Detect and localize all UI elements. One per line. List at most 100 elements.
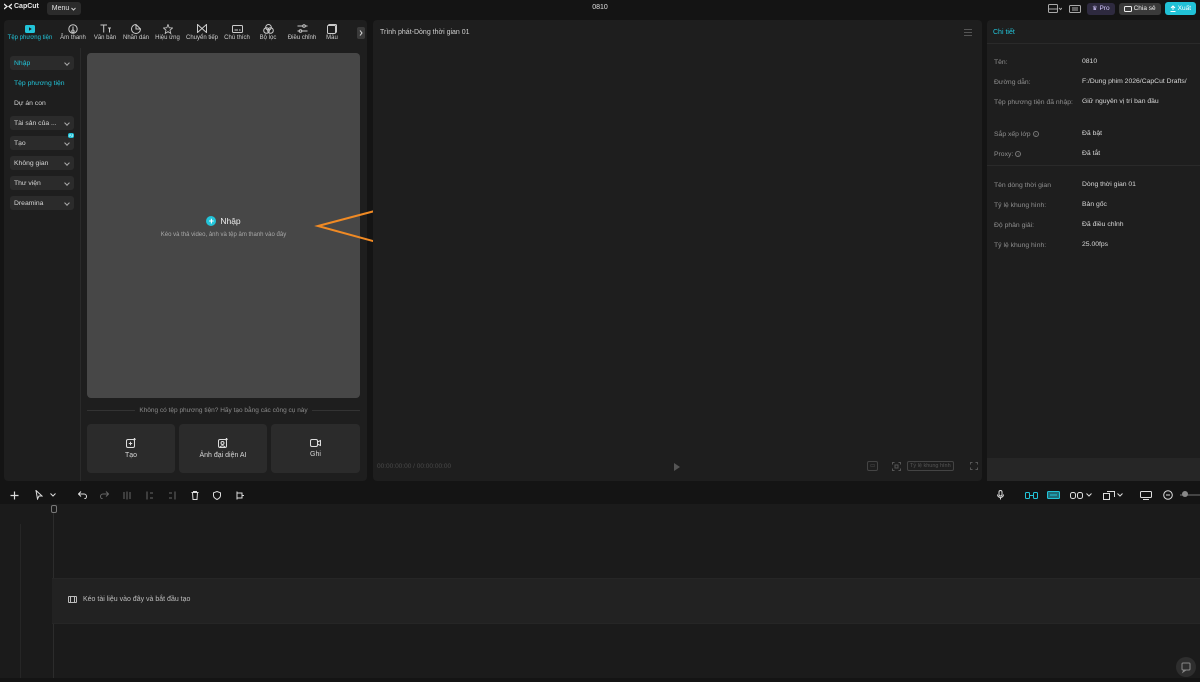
- create-card[interactable]: Tạo: [87, 424, 175, 473]
- tool-text[interactable]: Văn bản: [90, 20, 120, 46]
- details-footer: [987, 458, 1200, 481]
- auto-snap-icon[interactable]: [1046, 489, 1060, 501]
- tool-effects[interactable]: Hiệu ứng: [152, 20, 183, 46]
- sidebar-item-subproject[interactable]: Dự án con: [10, 96, 74, 110]
- sidebar-item-label: Dự án con: [14, 99, 46, 107]
- split-icon[interactable]: [121, 489, 133, 501]
- chevron-down-icon[interactable]: [1114, 489, 1126, 501]
- link-icon[interactable]: [1069, 489, 1083, 501]
- sidebar-item-assets[interactable]: Tài sản của ...: [10, 116, 74, 130]
- player-menu-icon[interactable]: [964, 29, 972, 36]
- ai-badge: AI: [67, 133, 74, 138]
- sidebar-item-dreamina[interactable]: Dreamina: [10, 196, 74, 210]
- sidebar-item-label: Dreamina: [14, 199, 44, 207]
- track-drop-hint: Kéo tài liệu vào đây và bắt đầu tạo: [68, 596, 190, 603]
- empty-media-hint: Không có tệp phương tiện? Hãy tạo bằng c…: [87, 405, 360, 415]
- tool-label: Nhãn dán: [122, 35, 150, 41]
- aspect-ratio-button[interactable]: Tỷ lệ khung hình: [907, 461, 954, 471]
- timecode: 00:00:00:00 / 00:00:00:00: [377, 463, 452, 470]
- fit-button[interactable]: ▭: [867, 461, 879, 471]
- divider: [311, 409, 360, 411]
- detail-value: Bản gốc: [1082, 201, 1107, 208]
- tool-sticker[interactable]: Nhãn dán: [120, 20, 152, 46]
- detail-value: 25.00fps: [1082, 241, 1109, 248]
- main-track[interactable]: Kéo tài liệu vào đây và bắt đầu tạo: [52, 578, 1200, 624]
- share-label: Chia sẻ: [1133, 5, 1156, 12]
- export-label: Xuất: [1177, 5, 1191, 12]
- detail-value: F:/Dung phim 2026/CapCut Drafts/: [1082, 78, 1187, 85]
- fullscreen-icon[interactable]: [968, 461, 980, 471]
- delete-icon[interactable]: [189, 489, 201, 501]
- divider: [87, 409, 136, 411]
- tool-adjust[interactable]: Điều chỉnh: [283, 20, 321, 46]
- zoom-slider-handle[interactable]: [1182, 491, 1188, 497]
- card-label: Ảnh đại diện AI: [199, 452, 247, 459]
- crown-icon: ♛: [1092, 6, 1098, 12]
- undo-icon[interactable]: [76, 489, 88, 501]
- tool-media[interactable]: Tệp phương tiện: [4, 20, 56, 46]
- feedback-button[interactable]: [1176, 657, 1196, 677]
- pro-button[interactable]: ♛ Pro: [1087, 2, 1115, 15]
- tool-filter[interactable]: Bộ lọc: [253, 20, 283, 46]
- timeline-area[interactable]: Kéo tài liệu vào đây và bắt đầu tạo: [0, 504, 1200, 678]
- detail-label: Tên dòng thời gian: [994, 182, 1051, 189]
- plus-icon: +: [206, 216, 217, 226]
- detail-label: Tên:: [994, 59, 1008, 66]
- detail-label: Proxy:?: [994, 149, 1074, 161]
- transition-icon: [196, 23, 208, 34]
- detail-value: Đã điều chỉnh: [1082, 221, 1124, 228]
- toolbar-more-button[interactable]: [357, 27, 365, 39]
- share-button[interactable]: Chia sẻ: [1118, 2, 1161, 15]
- detail-label: Tỷ lệ khung hình:: [994, 242, 1047, 249]
- sidebar-item-media[interactable]: Tệp phương tiện: [10, 76, 74, 90]
- detail-value: Dòng thời gian 01: [1082, 181, 1136, 188]
- main-track-magnet-icon[interactable]: [1024, 489, 1038, 501]
- record-card[interactable]: Ghi: [271, 424, 360, 473]
- microphone-icon[interactable]: [994, 489, 1006, 501]
- ai-avatar-card[interactable]: Ảnh đại diện AI: [179, 424, 267, 473]
- sticker-icon: [130, 23, 142, 34]
- split-left-icon[interactable]: [144, 489, 156, 501]
- help-icon[interactable]: ?: [1032, 131, 1039, 138]
- play-icon[interactable]: [674, 463, 680, 471]
- detail-label-text: Proxy:: [994, 151, 1014, 158]
- tool-caption[interactable]: Chú thích: [221, 20, 253, 46]
- layout-icon[interactable]: [1047, 3, 1063, 15]
- detail-value: Giữ nguyên vị trí ban đầu: [1082, 98, 1159, 105]
- main-toolbar: Tệp phương tiện Âm thanh Văn bản Nhãn dá…: [4, 20, 367, 46]
- shield-icon[interactable]: [211, 489, 223, 501]
- sidebar-item-space[interactable]: Không gian: [10, 156, 74, 170]
- empty-media-hint-text: Không có tệp phương tiện? Hãy tạo bằng c…: [139, 406, 308, 414]
- sidebar-item-label: Nhập: [14, 59, 31, 67]
- sidebar-item-import[interactable]: Nhập: [10, 56, 74, 70]
- chevron-down-icon[interactable]: [47, 489, 59, 501]
- detail-value: Đã bật: [1082, 130, 1103, 137]
- track-header-divider: [20, 524, 21, 678]
- sidebar-item-label: Tệp phương tiện: [14, 79, 65, 87]
- sidebar-item-create[interactable]: Tạo AI: [10, 133, 74, 150]
- split-right-icon[interactable]: [166, 489, 178, 501]
- chevron-down-icon[interactable]: [1083, 489, 1095, 501]
- record-icon: [310, 439, 321, 447]
- tool-audio[interactable]: Âm thanh: [56, 20, 90, 46]
- tool-template[interactable]: Mẫu: [321, 20, 343, 46]
- sidebar-item-label: Không gian: [14, 159, 49, 167]
- template-icon: [326, 23, 338, 34]
- select-tool-icon[interactable]: [33, 489, 45, 501]
- zoom-out-icon[interactable]: [1162, 489, 1174, 501]
- titlebar-actions: ♛ Pro Chia sẻ Xuất: [1047, 2, 1196, 15]
- caption-preview-icon[interactable]: [1139, 489, 1153, 501]
- detail-label: Sắp xếp lớp?: [994, 129, 1074, 141]
- add-track-icon[interactable]: [8, 489, 20, 501]
- sidebar-item-library[interactable]: Thư viện: [10, 176, 74, 190]
- tool-transition[interactable]: Chuyển tiếp: [183, 20, 221, 46]
- playhead-handle[interactable]: [51, 505, 57, 513]
- redo-icon[interactable]: [98, 489, 110, 501]
- crop-frame-icon[interactable]: [234, 489, 246, 501]
- help-icon[interactable]: ?: [1015, 151, 1022, 158]
- export-button[interactable]: Xuất: [1164, 2, 1196, 15]
- import-button[interactable]: + Nhập: [206, 216, 241, 226]
- crop-icon[interactable]: [890, 461, 903, 471]
- keyboard-icon[interactable]: [1067, 3, 1083, 15]
- timeline-toolbar: [0, 486, 1200, 504]
